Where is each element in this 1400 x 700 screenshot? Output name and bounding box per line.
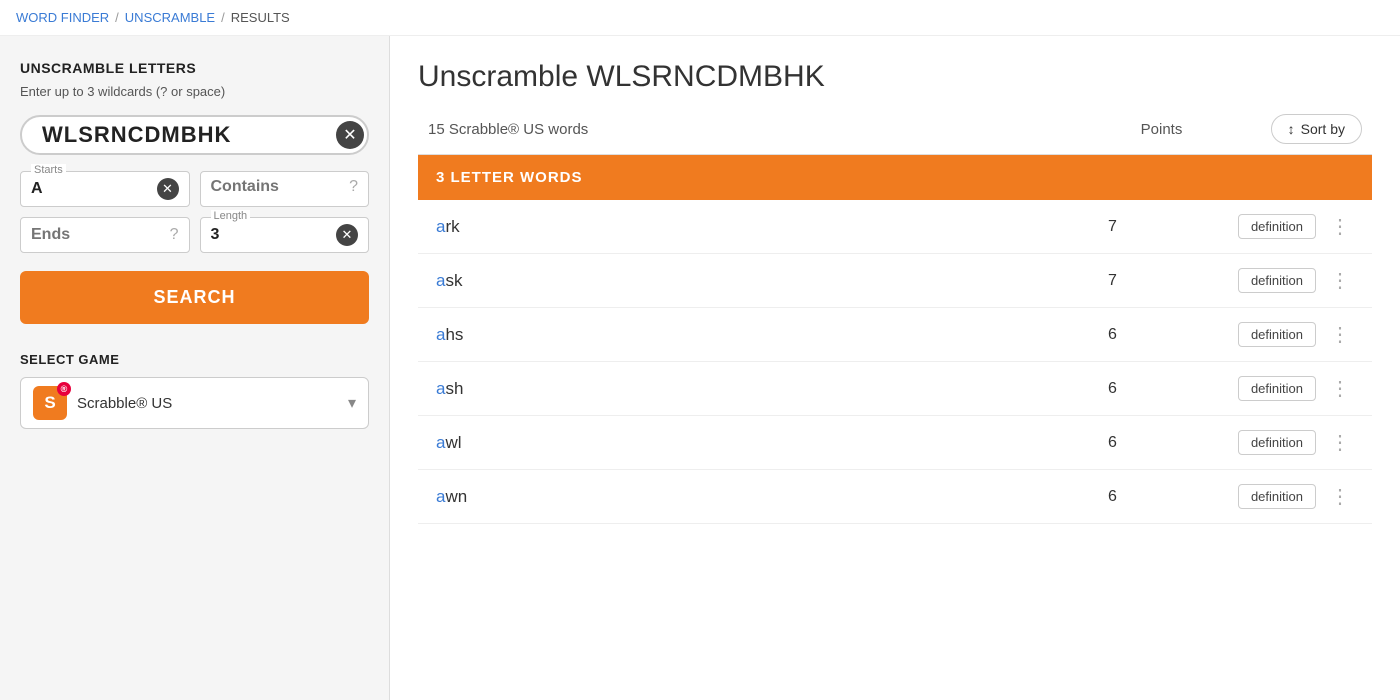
contains-filter-inner: ? [211, 178, 359, 196]
definition-button[interactable]: definition [1238, 322, 1316, 347]
word-points: 7 [1108, 272, 1238, 290]
breadcrumb: WORD FINDER / UNSCRAMBLE / RESULTS [0, 0, 1400, 36]
letter-input-wrap: ✕ [20, 115, 369, 155]
length-filter-box: Length ✕ [200, 217, 370, 253]
chevron-down-icon: ▾ [348, 393, 356, 413]
sort-by-label: Sort by [1301, 121, 1345, 137]
breadcrumb-results: RESULTS [231, 10, 290, 25]
word-text: ahs [436, 325, 1108, 345]
game-select[interactable]: S ® Scrabble® US ▾ [20, 377, 369, 429]
sidebar-title: UNSCRAMBLE LETTERS [20, 60, 369, 76]
starts-filter-box: Starts ✕ [20, 171, 190, 207]
main-layout: UNSCRAMBLE LETTERS Enter up to 3 wildcar… [0, 36, 1400, 700]
length-filter-inner: ✕ [211, 224, 359, 246]
definition-button[interactable]: definition [1238, 484, 1316, 509]
breadcrumb-sep-1: / [115, 10, 119, 25]
word-points: 6 [1108, 326, 1238, 344]
starts-input[interactable] [31, 180, 151, 198]
game-icon: S ® [33, 386, 67, 420]
length-input[interactable] [211, 226, 331, 244]
sort-by-button[interactable]: ↕ Sort by [1271, 114, 1362, 144]
word-rest: rk [445, 217, 459, 236]
definition-button[interactable]: definition [1238, 430, 1316, 455]
starts-label: Starts [31, 164, 66, 176]
letter-input[interactable] [42, 122, 336, 148]
word-rest: wl [445, 433, 461, 452]
sidebar: UNSCRAMBLE LETTERS Enter up to 3 wildcar… [0, 36, 390, 700]
results-panel: Unscramble WLSRNCDMBHK 15 Scrabble® US w… [390, 36, 1400, 700]
table-row: awl 6 definition ⋮ [418, 416, 1372, 470]
clear-starts-button[interactable]: ✕ [157, 178, 179, 200]
more-options-icon[interactable]: ⋮ [1326, 271, 1354, 291]
breadcrumb-unscramble[interactable]: UNSCRAMBLE [125, 10, 215, 25]
starts-filter-inner: ✕ [31, 178, 179, 200]
more-options-icon[interactable]: ⋮ [1326, 325, 1354, 345]
word-rest: sh [445, 379, 463, 398]
table-row: ark 7 definition ⋮ [418, 200, 1372, 254]
word-points: 7 [1108, 218, 1238, 236]
more-options-icon[interactable]: ⋮ [1326, 379, 1354, 399]
search-button[interactable]: SEARCH [20, 271, 369, 324]
category-header: 3 LETTER WORDS [418, 155, 1372, 200]
ends-filter-box: ? [20, 217, 190, 253]
word-text: awn [436, 487, 1108, 507]
word-points: 6 [1108, 488, 1238, 506]
table-row: ahs 6 definition ⋮ [418, 308, 1372, 362]
definition-button[interactable]: definition [1238, 268, 1316, 293]
word-points: 6 [1108, 434, 1238, 452]
word-rest: wn [445, 487, 467, 506]
word-text: ask [436, 271, 1108, 291]
more-options-icon[interactable]: ⋮ [1326, 487, 1354, 507]
table-row: ash 6 definition ⋮ [418, 362, 1372, 416]
table-row: awn 6 definition ⋮ [418, 470, 1372, 524]
definition-button[interactable]: definition [1238, 376, 1316, 401]
filter-row-starts-contains: Starts ✕ ? [20, 171, 369, 207]
word-rest: sk [445, 271, 462, 290]
points-column-header: Points [1141, 121, 1271, 138]
filter-row-ends-length: ? Length ✕ [20, 217, 369, 253]
results-count: 15 Scrabble® US words [428, 121, 1141, 138]
ends-filter-inner: ? [31, 226, 179, 244]
word-points: 6 [1108, 380, 1238, 398]
word-text: ash [436, 379, 1108, 399]
breadcrumb-sep-2: / [221, 10, 225, 25]
sidebar-subtitle: Enter up to 3 wildcards (? or space) [20, 84, 369, 99]
contains-input[interactable] [211, 178, 344, 196]
breadcrumb-word-finder[interactable]: WORD FINDER [16, 10, 109, 25]
length-label: Length [211, 210, 251, 222]
clear-length-button[interactable]: ✕ [336, 224, 358, 246]
word-text: ark [436, 217, 1108, 237]
more-options-icon[interactable]: ⋮ [1326, 433, 1354, 453]
contains-help-icon[interactable]: ? [349, 178, 358, 196]
ends-input[interactable] [31, 226, 164, 244]
word-rest: hs [445, 325, 463, 344]
more-options-icon[interactable]: ⋮ [1326, 217, 1354, 237]
game-icon-badge: ® [57, 382, 71, 396]
game-label: Scrabble® US [77, 395, 338, 412]
results-header: 15 Scrabble® US words Points ↕ Sort by [418, 114, 1372, 155]
select-game-title: SELECT GAME [20, 352, 369, 367]
table-row: ask 7 definition ⋮ [418, 254, 1372, 308]
results-title: Unscramble WLSRNCDMBHK [418, 60, 1372, 94]
sort-icon: ↕ [1288, 121, 1295, 137]
word-list: ark 7 definition ⋮ ask 7 definition ⋮ ah… [418, 200, 1372, 524]
clear-letters-button[interactable]: ✕ [336, 121, 364, 149]
word-text: awl [436, 433, 1108, 453]
definition-button[interactable]: definition [1238, 214, 1316, 239]
contains-filter-box: ? [200, 171, 370, 207]
ends-help-icon[interactable]: ? [170, 226, 179, 244]
